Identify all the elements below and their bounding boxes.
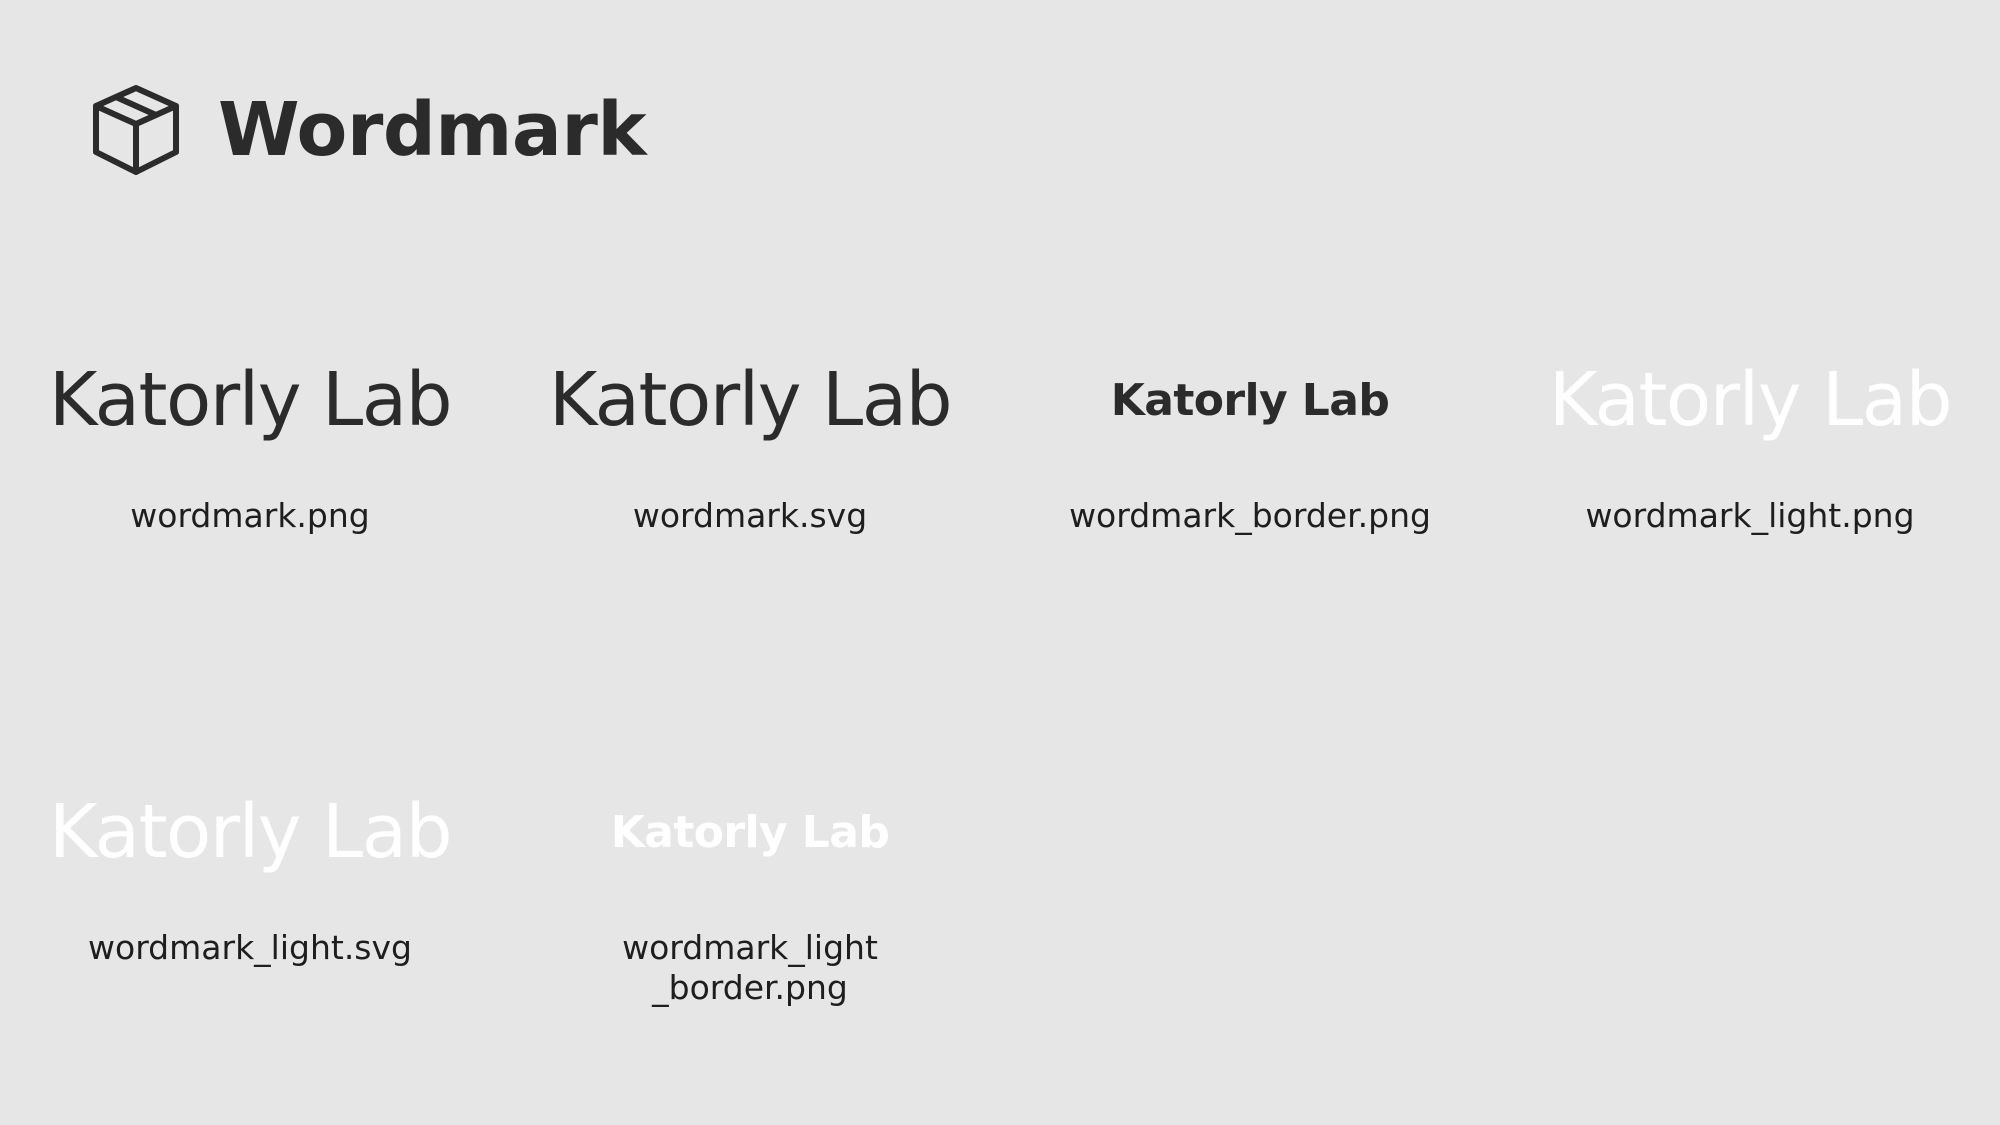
wordmark-preview: Katorly Lab (1110, 374, 1390, 426)
wordmark-tile[interactable]: Katorly Lab wordmark_light _border.png (500, 762, 1000, 1082)
page-title: Wordmark (218, 87, 647, 173)
wordmark-tile[interactable]: Katorly Lab wordmark_light.svg (0, 762, 500, 1082)
file-name-label: wordmark_border.png (1069, 496, 1431, 535)
wordmark-tile[interactable]: Katorly Lab wordmark_light.png (1500, 330, 2000, 650)
page-header: Wordmark (88, 82, 647, 178)
wordmark-tile[interactable]: Katorly Lab wordmark.svg (500, 330, 1000, 650)
wordmark-tile[interactable]: Katorly Lab wordmark_border.png (1000, 330, 1500, 650)
wordmark-preview: Katorly Lab (48, 357, 453, 443)
wordmark-preview: Katorly Lab (48, 789, 453, 875)
file-name-label: wordmark_light.png (1585, 496, 1915, 535)
box-icon (93, 85, 179, 175)
wordmark-tile[interactable]: Katorly Lab wordmark.png (0, 330, 500, 650)
file-name-label: wordmark_light _border.png (622, 928, 878, 1007)
file-name-label: wordmark_light.svg (88, 928, 412, 967)
wordmark-preview: Katorly Lab (1548, 357, 1953, 443)
file-name-label: wordmark.svg (632, 496, 868, 535)
file-name-label: wordmark.png (130, 496, 370, 535)
wordmark-preview: Katorly Lab (610, 806, 890, 858)
wordmark-preview: Katorly Lab (548, 357, 953, 443)
